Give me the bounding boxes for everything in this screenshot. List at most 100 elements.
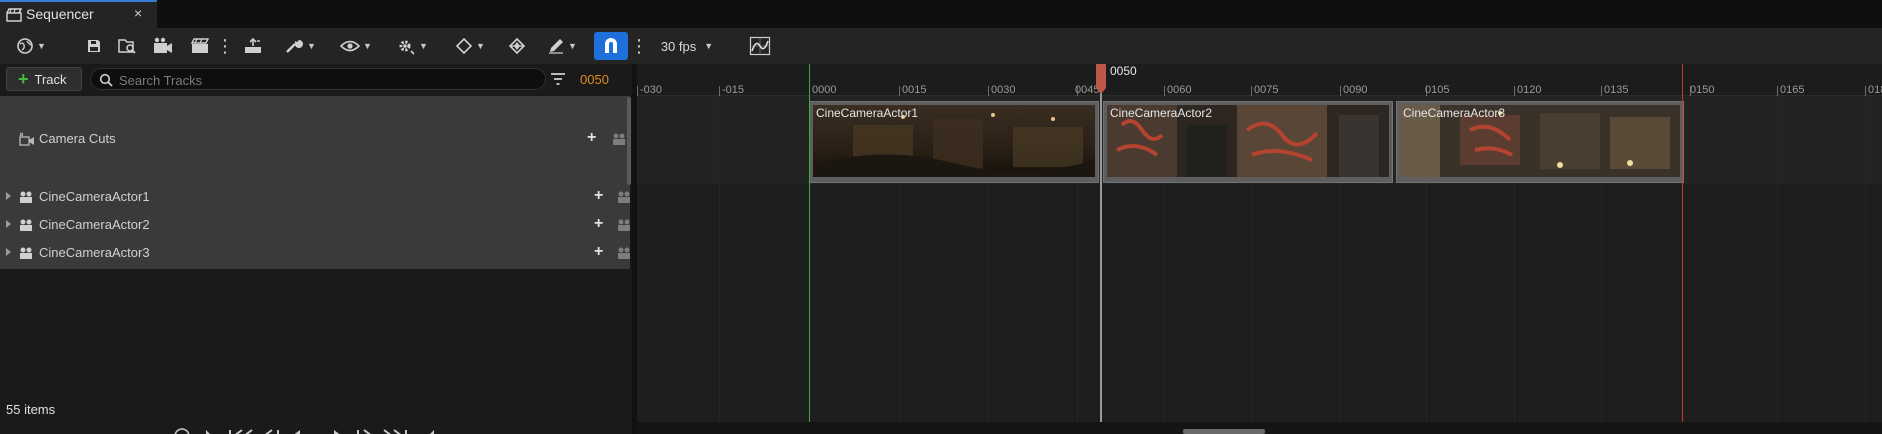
track-label: CineCameraActor2 <box>39 217 150 232</box>
expand-arrow-icon[interactable] <box>6 192 11 200</box>
ruler-tick <box>637 86 638 96</box>
add-key-button[interactable]: + <box>594 215 603 233</box>
playback-start-marker[interactable] <box>809 64 810 422</box>
gear-icon <box>396 37 416 55</box>
playhead-time-label: 0050 <box>1110 64 1137 78</box>
ruler-tick <box>1777 86 1778 96</box>
tab-sequencer[interactable]: Sequencer × <box>0 0 157 28</box>
ruler-tick <box>899 86 900 96</box>
ruler-tick-label: 0000 <box>812 84 837 96</box>
more-options-button[interactable]: ⋮ <box>216 32 234 60</box>
key-options-dropdown[interactable]: ▼ <box>450 32 490 60</box>
add-key-button[interactable]: + <box>587 129 596 147</box>
expand-arrow-icon[interactable] <box>6 248 11 256</box>
browse-icon <box>117 37 137 55</box>
clapper-icon <box>190 37 210 55</box>
tab-bar: Sequencer × <box>0 0 1882 28</box>
camera-actor-icon <box>18 218 34 232</box>
section-title: CineCameraActor2 <box>1110 106 1213 120</box>
browse-button[interactable] <box>114 32 140 60</box>
outliner-header: + Track 0050 <box>0 64 636 96</box>
ruler-tick-label: 0030 <box>991 84 1016 96</box>
track-label: Camera Cuts <box>39 131 116 146</box>
ruler-tick-label: -015 <box>722 84 745 96</box>
pencil-icon <box>547 37 565 55</box>
outliner-empty-area <box>0 269 636 434</box>
save-icon <box>86 38 102 54</box>
track-row-cinecameraactor3[interactable]: CineCameraActor3 + <box>0 240 630 266</box>
transport-controls[interactable] <box>172 426 442 434</box>
add-key-button[interactable]: + <box>594 243 603 261</box>
save-button[interactable] <box>82 32 106 60</box>
ruler-tick <box>1514 86 1515 96</box>
render-movie-button[interactable] <box>150 32 176 60</box>
grid-line <box>1777 96 1778 422</box>
playhead-line[interactable] <box>1100 64 1102 422</box>
camera-actor-icon <box>617 190 631 204</box>
ruler-tick-label: 0120 <box>1517 84 1542 96</box>
current-frame-readout[interactable]: 0050 <box>580 72 609 87</box>
ruler-tick <box>1251 86 1252 96</box>
ruler-tick-label: -030 <box>640 84 663 96</box>
key-icon <box>455 37 473 55</box>
ruler-tick <box>1340 86 1341 96</box>
track-row-cinecameraactor2[interactable]: CineCameraActor2 + <box>0 212 630 238</box>
ruler-tick <box>1164 86 1165 96</box>
eye-icon <box>340 39 361 53</box>
edit-options-dropdown[interactable]: ▼ <box>542 32 582 60</box>
export-icon <box>243 37 263 55</box>
track-row-camera-cuts[interactable]: Camera Cuts + <box>0 126 630 152</box>
render-movie-icon <box>152 37 174 55</box>
curve-editor-icon <box>749 36 771 56</box>
filter-icon[interactable] <box>550 72 566 86</box>
expand-arrow-icon[interactable] <box>6 220 11 228</box>
view-options-dropdown[interactable]: ▼ <box>336 32 376 60</box>
playback-options-dropdown[interactable]: ▼ <box>392 32 432 60</box>
key-tangent-icon <box>507 37 527 55</box>
camera-cut-section[interactable]: CineCameraActor3 <box>1396 101 1684 183</box>
grid-line <box>719 96 720 422</box>
snap-toggle[interactable] <box>594 32 628 60</box>
camera-cut-section[interactable]: CineCameraActor2 <box>1103 101 1393 183</box>
ruler-tick-label: 0135 <box>1604 84 1629 96</box>
tab-title: Sequencer <box>26 6 94 22</box>
ruler-tick-label: 0090 <box>1343 84 1368 96</box>
more-icon: ⋮ <box>630 36 648 56</box>
items-count: 55 items <box>6 402 56 417</box>
ruler-tick <box>1601 86 1602 96</box>
horizontal-scrollbar[interactable] <box>1183 429 1265 434</box>
ruler-tick-label: 0075 <box>1254 84 1279 96</box>
camera-actor-icon <box>18 190 34 204</box>
export-button[interactable] <box>240 32 266 60</box>
ruler-tick-label: 0015 <box>902 84 927 96</box>
track-label: CineCameraActor1 <box>39 189 150 204</box>
fps-dropdown[interactable]: 30 fps ▼ <box>656 32 718 60</box>
add-track-label: Track <box>34 71 67 87</box>
ruler-tick-label: 0165 <box>1780 84 1805 96</box>
time-ruler[interactable]: -030 -015 0000 0015 0030 0045 0060 0075 … <box>637 64 1882 96</box>
add-track-button[interactable]: + Track <box>6 67 82 91</box>
add-key-button[interactable]: + <box>594 187 603 205</box>
curve-editor-button[interactable] <box>746 32 774 60</box>
key-tangent-button[interactable] <box>504 32 530 60</box>
tree-scrollbar[interactable] <box>627 97 631 185</box>
world-settings-button[interactable]: ▼ <box>10 32 52 60</box>
playback-end-marker[interactable] <box>1682 64 1683 422</box>
close-icon[interactable]: × <box>134 5 142 21</box>
track-row-cinecameraactor1[interactable]: CineCameraActor1 + <box>0 184 630 210</box>
toolbar: ▼ ⋮ ▼ ▼ ▼ ▼ ▼ ⋮ 30 fps ▼ <box>0 28 1882 64</box>
grid-line <box>1865 96 1866 422</box>
world-icon <box>16 37 34 55</box>
camera-cut-section[interactable]: CineCameraActor1 <box>809 101 1099 183</box>
snap-options-button[interactable]: ⋮ <box>630 32 648 60</box>
ruler-tick <box>719 86 720 96</box>
search-input[interactable] <box>117 71 541 89</box>
playhead-handle[interactable] <box>1095 64 1107 94</box>
section-title: CineCameraActor1 <box>816 106 919 120</box>
sequencer-clapper-icon <box>6 8 22 22</box>
section-title: CineCameraActor3 <box>1403 106 1506 120</box>
ruler-tick <box>988 86 989 96</box>
tools-dropdown[interactable]: ▼ <box>280 32 320 60</box>
clapper-button[interactable] <box>188 32 212 60</box>
ruler-tick-label: 0150 <box>1690 84 1715 96</box>
